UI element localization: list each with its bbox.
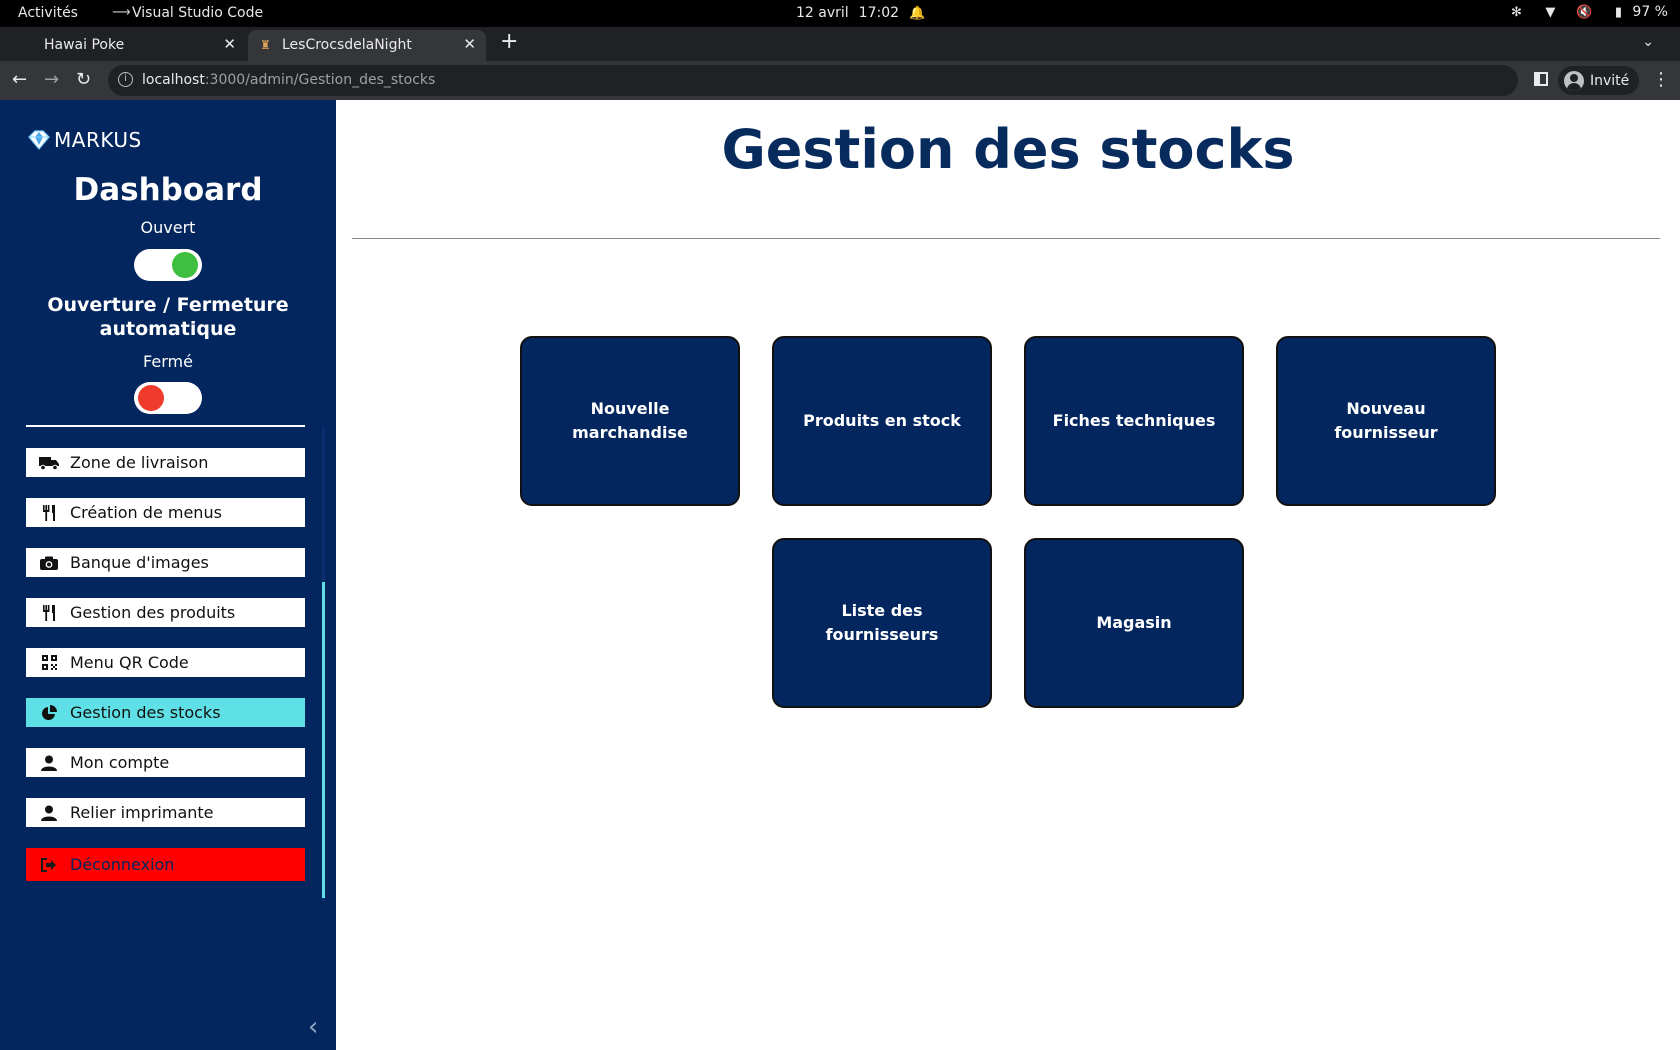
- chevron-left-icon[interactable]: ‹: [308, 1012, 318, 1042]
- logo[interactable]: MARKUS: [26, 128, 142, 152]
- address-bar[interactable]: i localhost:3000/admin/Gestion_des_stock…: [108, 65, 1518, 96]
- toggle-knob: [138, 385, 164, 411]
- activities-button[interactable]: Activités: [18, 5, 78, 21]
- sidebar-item-label: Mon compte: [70, 753, 170, 772]
- sidebar-item-zone-de-livraison[interactable]: Zone de livraison: [26, 448, 305, 477]
- page-title: Gestion des stocks: [721, 118, 1295, 181]
- reload-icon[interactable]: ↻: [76, 69, 91, 90]
- url-text: localhost:3000/admin/Gestion_des_stocks: [142, 72, 435, 88]
- card-magasin[interactable]: Magasin: [1024, 538, 1244, 708]
- pie-chart-icon: [38, 704, 60, 722]
- sign-out-icon: [38, 856, 60, 874]
- open-toggle[interactable]: [134, 249, 202, 281]
- sidebar-divider: [26, 425, 305, 427]
- qrcode-icon: [38, 654, 60, 672]
- url-path: :3000/admin/Gestion_des_stocks: [204, 72, 436, 88]
- avatar-icon: [1564, 70, 1584, 91]
- clock-time: 17:02: [858, 5, 900, 21]
- sidebar-item-relier-imprimante[interactable]: Relier imprimante: [26, 798, 305, 827]
- system-tray[interactable]: ✻ ▼ 🔇 ▮ 97 %: [1508, 4, 1668, 20]
- sidebar-item-creation-de-menus[interactable]: Création de menus: [26, 498, 305, 527]
- kebab-menu-icon[interactable]: ⋮: [1652, 69, 1670, 90]
- card-nouveau-fournisseur[interactable]: Nouveau fournisseur: [1276, 336, 1496, 506]
- volume-muted-icon: 🔇: [1576, 4, 1593, 20]
- diamond-logo-icon: [28, 130, 50, 150]
- wifi-icon: ▼: [1545, 4, 1556, 20]
- browser-tab-strip: Hawai Poke ✕ ♜ LesCrocsdelaNight ✕ + ⌄: [0, 27, 1680, 61]
- card-liste-des-fournisseurs[interactable]: Liste des fournisseurs: [772, 538, 992, 708]
- utensils-icon: [38, 504, 60, 522]
- sidebar-item-menu-qr-code[interactable]: Menu QR Code: [26, 648, 305, 677]
- sidebar-item-label: Création de menus: [70, 503, 222, 522]
- admin-sidebar: MARKUS Dashboard Ouvert Ouverture / Ferm…: [0, 100, 336, 1050]
- sidebar-item-label: Gestion des stocks: [70, 703, 221, 722]
- battery-indicator: ▮ 97 %: [1610, 4, 1668, 20]
- battery-icon: ▮: [1614, 4, 1622, 20]
- tab-hawai-poke[interactable]: Hawai Poke ✕: [8, 30, 246, 61]
- profile-button[interactable]: Invité: [1558, 66, 1640, 95]
- closed-label: Fermé: [143, 352, 193, 371]
- sidebar-scrollbar-thumb[interactable]: [322, 582, 325, 898]
- sidebar-item-label: Zone de livraison: [70, 453, 209, 472]
- user-icon: [38, 754, 60, 772]
- url-host: localhost: [142, 72, 205, 88]
- open-label: Ouvert: [140, 218, 196, 237]
- utensils-icon: [38, 604, 60, 622]
- sidebar-item-mon-compte[interactable]: Mon compte: [26, 748, 305, 777]
- truck-icon: [38, 454, 60, 472]
- chevron-down-icon[interactable]: ⌄: [1642, 34, 1654, 50]
- auto-toggle[interactable]: [134, 382, 202, 414]
- card-fiches-techniques[interactable]: Fiches techniques: [1024, 336, 1244, 506]
- logout-button[interactable]: Déconnexion: [26, 848, 305, 881]
- battery-percent: 97 %: [1632, 4, 1668, 20]
- title-divider: [352, 238, 1660, 239]
- os-top-bar: Activités ⟶ Visual Studio Code 12 avril …: [0, 0, 1680, 27]
- card-produits-en-stock[interactable]: Produits en stock: [772, 336, 992, 506]
- sidebar-item-label: Menu QR Code: [70, 653, 189, 672]
- main-content: Gestion des stocks Nouvelle marchandise …: [336, 100, 1680, 1050]
- sidebar-item-banque-d-images[interactable]: Banque d'images: [26, 548, 305, 577]
- user-icon: [38, 804, 60, 822]
- tab-title: LesCrocsdelaNight: [282, 37, 412, 53]
- clock[interactable]: 12 avril 17:02 🔔: [796, 5, 925, 21]
- toggle-knob: [172, 252, 198, 278]
- close-icon[interactable]: ✕: [463, 35, 476, 53]
- tab-lescrocsdelanight[interactable]: ♜ LesCrocsdelaNight ✕: [248, 30, 486, 61]
- clock-date: 12 avril: [796, 5, 849, 21]
- app-name: Visual Studio Code: [132, 5, 264, 21]
- bell-icon: 🔔: [909, 5, 926, 21]
- logout-label: Déconnexion: [70, 855, 175, 874]
- sidebar-item-label: Banque d'images: [70, 553, 209, 572]
- sidebar-item-gestion-des-produits[interactable]: Gestion des produits: [26, 598, 305, 627]
- slack-icon: ✻: [1510, 4, 1522, 20]
- card-nouvelle-marchandise[interactable]: Nouvelle marchandise: [520, 336, 740, 506]
- sidebar-item-label: Relier imprimante: [70, 803, 214, 822]
- close-icon[interactable]: ✕: [223, 35, 236, 53]
- side-panel-icon[interactable]: [1534, 72, 1548, 86]
- crab-favicon-icon: ♜: [260, 38, 271, 52]
- new-tab-plus-icon[interactable]: +: [500, 29, 518, 54]
- auto-open-close-label: Ouverture / Fermeture automatique: [47, 294, 289, 340]
- logo-text: MARKUS: [54, 128, 142, 152]
- browser-toolbar: ← → ↻ i localhost:3000/admin/Gestion_des…: [0, 61, 1680, 100]
- forward-arrow-icon[interactable]: →: [44, 69, 59, 90]
- dashboard-title: Dashboard: [73, 172, 263, 208]
- sidebar-item-gestion-des-stocks[interactable]: Gestion des stocks: [26, 698, 305, 727]
- profile-label: Invité: [1590, 72, 1630, 89]
- back-arrow-icon[interactable]: ←: [12, 69, 27, 90]
- sidebar-item-label: Gestion des produits: [70, 603, 236, 622]
- app-menu[interactable]: ⟶ Visual Studio Code: [112, 5, 263, 21]
- tab-title: Hawai Poke: [44, 37, 125, 53]
- camera-icon: [38, 554, 60, 572]
- site-info-icon[interactable]: i: [118, 72, 133, 87]
- vscode-icon: ⟶: [112, 5, 131, 20]
